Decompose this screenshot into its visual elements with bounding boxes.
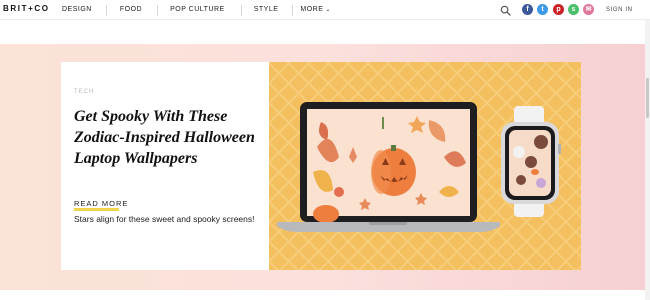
nav-item-style[interactable]: STYLE: [254, 0, 279, 20]
twitter-icon[interactable]: t: [537, 4, 548, 15]
nav-item-design[interactable]: DESIGN: [62, 0, 92, 20]
feature-image[interactable]: [269, 62, 581, 270]
main-nav: DESIGN FOOD POP CULTURE STYLE MORE ⌄: [48, 0, 331, 20]
top-nav-bar: BRIT+CO DESIGN FOOD POP CULTURE STYLE MO…: [0, 0, 650, 20]
nav-divider: [292, 4, 294, 16]
pinterest-icon[interactable]: p: [553, 4, 564, 15]
nav-item-food[interactable]: FOOD: [120, 0, 142, 20]
nav-item-pop-culture[interactable]: POP CULTURE: [170, 0, 225, 20]
nav-item-more-label: MORE: [300, 6, 324, 13]
search-icon[interactable]: [500, 5, 511, 16]
nav-divider: [157, 4, 159, 16]
sign-in-link[interactable]: SIGN IN: [606, 7, 633, 13]
read-more-link[interactable]: READ MORE: [74, 199, 128, 208]
nav-divider: [105, 4, 107, 16]
email-icon[interactable]: ✉: [583, 4, 594, 15]
scrollbar-thumb[interactable]: [646, 78, 649, 118]
chevron-down-icon: ⌄: [325, 7, 331, 13]
read-more-underline: [74, 208, 119, 211]
article-headline[interactable]: Get Spooky With These Zodiac-Inspired Ha…: [74, 106, 264, 169]
page-scrollbar[interactable]: [645, 20, 650, 300]
article-category[interactable]: TECH: [74, 89, 94, 95]
spotify-icon[interactable]: s: [568, 4, 579, 15]
facebook-icon[interactable]: f: [522, 4, 533, 15]
nav-divider: [240, 4, 242, 16]
article-dek: Stars align for these sweet and spooky s…: [74, 214, 255, 224]
nav-item-more[interactable]: MORE ⌄: [300, 0, 331, 20]
site-logo[interactable]: BRIT+CO: [3, 4, 50, 13]
laptop-watch-illustration: [269, 62, 581, 270]
laptop-graphic: [277, 102, 500, 232]
